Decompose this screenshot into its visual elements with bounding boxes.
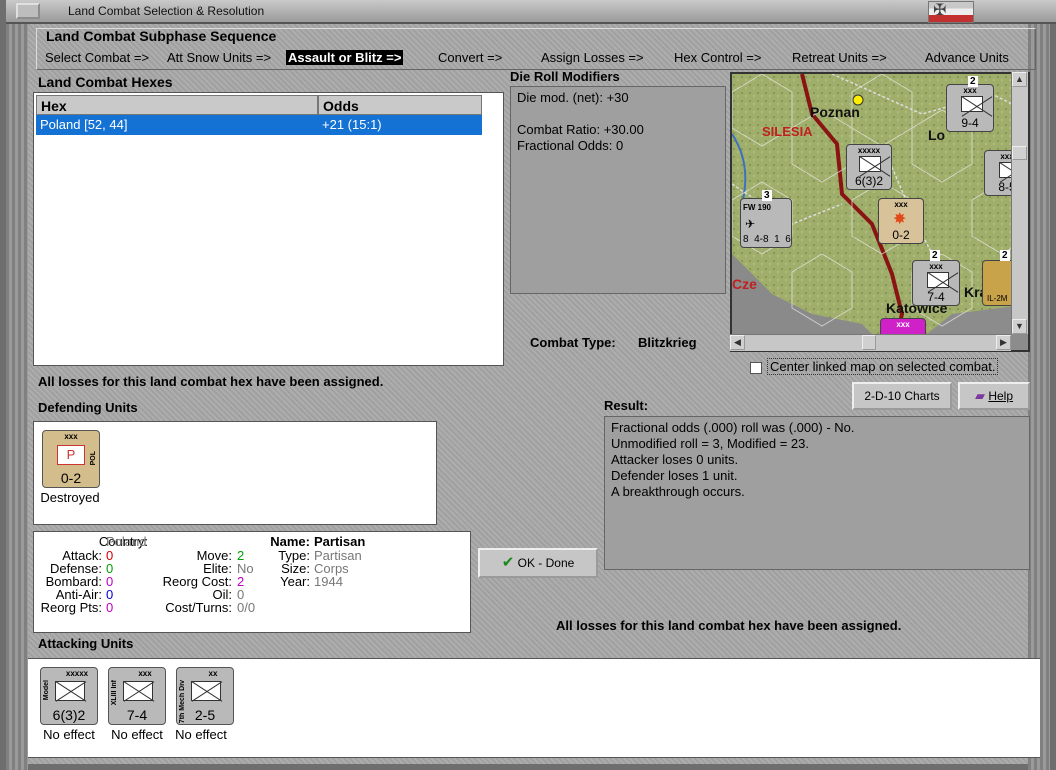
stack-count: 2 bbox=[1000, 250, 1010, 261]
title-bar: Land Combat Selection & Resolution bbox=[6, 0, 1056, 24]
attacking-unit-xliii-inf[interactable]: xxx XLIII Inf 7-4 bbox=[108, 667, 166, 725]
fractional-odds: Fractional Odds: 0 bbox=[517, 138, 624, 153]
infantry-symbol-icon bbox=[123, 681, 153, 701]
map-label-poznan: Poznan bbox=[810, 104, 860, 120]
step-advance-units[interactable]: Advance Units bbox=[925, 50, 1009, 65]
attacking-units-list[interactable]: xxxxx Model 6(3)2 No effect xxx XLIII In… bbox=[28, 658, 1040, 758]
stack-count: 2 bbox=[968, 76, 978, 87]
defending-units-list[interactable]: xxx P POL 0-2 Destroyed bbox=[33, 421, 437, 525]
map-counter-model[interactable]: xxxxx 6(3)2 bbox=[846, 144, 892, 190]
dialog-content: Land Combat Subphase Sequence Select Com… bbox=[28, 24, 1040, 764]
window-menu-button[interactable] bbox=[16, 3, 40, 19]
scroll-left-icon[interactable]: ◀ bbox=[730, 335, 745, 350]
result-panel: Fractional odds (.000) roll was (.000) -… bbox=[604, 416, 1030, 570]
combat-type-value: Blitzkrieg bbox=[638, 335, 697, 350]
center-map-checkbox[interactable] bbox=[750, 362, 762, 374]
map-counter-partisan[interactable]: xxx ✸ 0-2 bbox=[878, 198, 924, 244]
hex-row-odds[interactable]: +21 (15:1) bbox=[318, 115, 482, 135]
result-heading: Result: bbox=[604, 398, 649, 413]
linked-map[interactable]: Poznan SILESIA Lo Cze Katowice Kra xxxxx… bbox=[730, 72, 1030, 352]
stack-count: 3 bbox=[762, 190, 772, 201]
result-line: Unmodified roll = 3, Modified = 23. bbox=[611, 436, 809, 451]
step-select-combat[interactable]: Select Combat => bbox=[45, 50, 149, 65]
result-status: All losses for this land combat hex have… bbox=[556, 618, 902, 633]
ok-done-button[interactable]: ✔ OK - Done bbox=[478, 548, 598, 578]
window-title: Land Combat Selection & Resolution bbox=[68, 4, 265, 18]
attacking-unit-model[interactable]: xxxxx Model 6(3)2 bbox=[40, 667, 98, 725]
scroll-thumb[interactable] bbox=[1012, 146, 1027, 160]
result-line: A breakthrough occurs. bbox=[611, 484, 745, 499]
map-label-lodz: Lo bbox=[928, 127, 946, 143]
hq-symbol-icon bbox=[55, 681, 85, 701]
modifiers-panel: Die mod. (net): +30 Combat Ratio: +30.00… bbox=[510, 86, 726, 294]
defending-heading: Defending Units bbox=[38, 400, 138, 415]
map-label-silesia: SILESIA bbox=[762, 124, 813, 139]
map-counter-xxii-inf[interactable]: xxx 9-4 bbox=[946, 84, 994, 132]
die-mod-net: Die mod. (net): +30 bbox=[517, 90, 629, 105]
defending-unit-counter[interactable]: xxx P POL 0-2 bbox=[42, 430, 100, 488]
charts-button[interactable]: 2-D-10 Charts bbox=[852, 382, 952, 410]
step-hex-control[interactable]: Hex Control => bbox=[674, 50, 761, 65]
unit-name: Partisan bbox=[314, 534, 366, 549]
result-line: Attacker loses 0 units. bbox=[611, 452, 739, 467]
partisan-symbol-icon: P bbox=[57, 445, 85, 465]
step-assign-losses[interactable]: Assign Losses => bbox=[541, 50, 644, 65]
step-convert[interactable]: Convert => bbox=[438, 50, 502, 65]
scroll-up-icon[interactable]: ▲ bbox=[1012, 72, 1027, 87]
help-button-label: Help bbox=[988, 389, 1014, 403]
step-assault-or-blitz[interactable]: Assault or Blitz => bbox=[286, 50, 404, 65]
map-label-czestochowa: Cze bbox=[732, 276, 757, 292]
unit-country: Poland bbox=[106, 534, 147, 549]
subphase-heading: Land Combat Subphase Sequence bbox=[46, 28, 277, 44]
checkmark-icon: ✔ bbox=[501, 554, 515, 571]
land-combat-window: Land Combat Selection & Resolution Land … bbox=[0, 0, 1056, 770]
map-counter-fw190[interactable]: FW 190 ✈ 8 4-8 1 6 bbox=[740, 198, 792, 248]
mech-symbol-icon bbox=[191, 681, 221, 701]
map-counter-xliii-inf[interactable]: xxx 7-4 bbox=[912, 260, 960, 306]
unit-cost-turns: 0/0 bbox=[237, 600, 256, 615]
left-frame bbox=[6, 24, 28, 770]
map-horizontal-scrollbar[interactable]: ◀ ▶ bbox=[730, 334, 1011, 351]
scroll-right-icon[interactable]: ▶ bbox=[996, 335, 1011, 350]
unit-info-panel: Country: Poland Attack: 0 Defense: 0 Bom… bbox=[33, 531, 471, 633]
ok-done-label: OK - Done bbox=[517, 556, 575, 570]
unit-year: 1944 bbox=[314, 574, 343, 589]
combat-ratio: Combat Ratio: +30.00 bbox=[517, 122, 644, 137]
defending-unit-result: Destroyed bbox=[40, 490, 100, 505]
help-book-icon: ▰ bbox=[974, 388, 985, 403]
scroll-thumb[interactable] bbox=[862, 335, 876, 350]
infantry-symbol-icon bbox=[927, 272, 949, 288]
result-line: Fractional odds (.000) roll was (.000) -… bbox=[611, 420, 855, 435]
combat-type-label: Combat Type: bbox=[530, 335, 616, 350]
step-att-snow-units[interactable]: Att Snow Units => bbox=[167, 50, 271, 65]
map-vertical-scrollbar[interactable]: ▲ ▼ bbox=[1011, 72, 1028, 334]
column-header-hex[interactable]: Hex bbox=[36, 95, 318, 115]
attacking-heading: Attacking Units bbox=[38, 636, 134, 651]
aircraft-icon: ✈ bbox=[745, 217, 756, 231]
column-header-odds[interactable]: Odds bbox=[318, 95, 482, 115]
hexes-list[interactable]: Hex Odds Poland [52, 44] +21 (15:1) bbox=[33, 92, 504, 366]
step-retreat-units[interactable]: Retreat Units => bbox=[792, 50, 887, 65]
attacking-unit-7th-mech-div[interactable]: xx 7th Mech Div 2-5 bbox=[176, 667, 234, 725]
attacking-unit-result: No effect bbox=[175, 727, 227, 742]
infantry-symbol-icon bbox=[961, 96, 983, 112]
hexes-heading: Land Combat Hexes bbox=[38, 74, 173, 90]
help-button[interactable]: ▰ Help bbox=[958, 382, 1030, 410]
scroll-down-icon[interactable]: ▼ bbox=[1012, 319, 1027, 334]
result-line: Defender loses 1 unit. bbox=[611, 468, 738, 483]
hex-row-hex[interactable]: Poland [52, 44] bbox=[36, 115, 318, 135]
hexes-status: All losses for this land combat hex have… bbox=[38, 374, 384, 389]
german-flag-icon bbox=[928, 0, 974, 23]
center-map-label[interactable]: Center linked map on selected combat. bbox=[767, 358, 999, 375]
modifiers-heading: Die Roll Modifiers bbox=[510, 69, 620, 84]
unit-reorg-pts: 0 bbox=[106, 600, 114, 615]
stack-count: 2 bbox=[930, 250, 940, 261]
infantry-symbol-icon bbox=[859, 156, 881, 172]
explosion-icon: ✸ bbox=[893, 211, 907, 228]
